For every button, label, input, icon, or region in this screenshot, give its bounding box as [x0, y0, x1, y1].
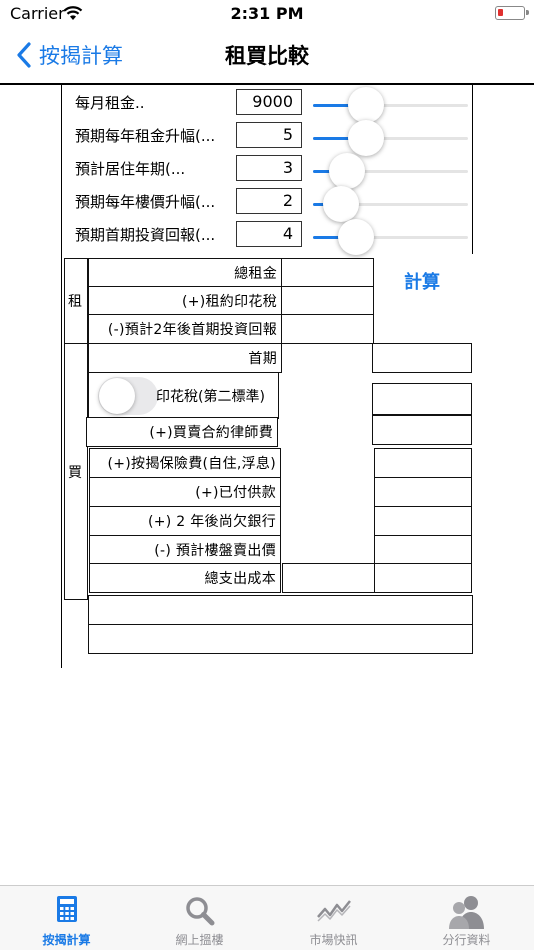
monthly-rent-field[interactable]: 9000	[236, 89, 302, 115]
price-growth-field[interactable]: 2	[236, 188, 302, 214]
rent-growth-field[interactable]: 5	[236, 122, 302, 148]
trend-chart-icon	[316, 900, 351, 922]
total-cost-buy-value	[374, 563, 472, 593]
investment-return-label: 預期首期投資回報(...	[75, 226, 216, 244]
rent-growth-slider[interactable]	[313, 137, 468, 140]
tab-label: 網上搵樓	[175, 933, 224, 947]
tab-mortgage-calc[interactable]: 按揭計算	[0, 886, 133, 950]
sale-price-value	[374, 535, 472, 565]
stay-years-field[interactable]: 3	[236, 155, 302, 181]
investment-return-slider[interactable]	[313, 236, 468, 239]
paid-installments-label: (+)已付供款	[89, 477, 281, 507]
frame-line-right	[472, 84, 473, 254]
down-payment-value	[372, 343, 472, 373]
tab-property-search[interactable]: 網上搵樓	[133, 886, 266, 950]
total-cost-label: 總支出成本	[89, 563, 281, 593]
stamp-duty-value	[372, 383, 472, 415]
tab-market-news[interactable]: 市場快訊	[267, 886, 400, 950]
lease-stamp-duty-label: (+)租約印花稅	[88, 286, 282, 316]
down-payment-label: 首期	[88, 343, 282, 373]
loan-balance-label: (+) 2 年後尚欠銀行	[89, 506, 281, 536]
tab-label: 市場快訊	[309, 933, 358, 947]
monthly-rent-label: 每月租金..	[75, 94, 145, 112]
calculator-icon	[56, 896, 77, 922]
monthly-rent-slider-thumb[interactable]	[347, 87, 384, 123]
tab-bar: 按揭計算 網上搵樓 市場快訊 分行資料	[0, 885, 534, 950]
legal-fee-value	[372, 415, 472, 445]
frame-line-left	[61, 84, 62, 668]
sale-price-label: (-) 預計樓盤賣出價	[89, 535, 281, 565]
nav-divider	[0, 83, 534, 85]
paid-installments-value	[374, 477, 472, 507]
lease-stamp-duty-value	[281, 286, 374, 316]
stamp-duty-toggle[interactable]	[98, 377, 158, 415]
down-payment-return-value	[281, 314, 374, 344]
result-row-2	[88, 624, 473, 654]
stay-years-label: 預計居住年期(...	[75, 160, 186, 178]
price-growth-slider-thumb[interactable]	[322, 186, 359, 222]
buy-side-label: 買	[68, 465, 82, 481]
stay-years-slider-thumb[interactable]	[329, 153, 366, 189]
tab-label: 按揭計算	[42, 933, 91, 947]
total-rent-label: 總租金	[88, 258, 282, 288]
magnifier-icon	[185, 897, 214, 926]
result-row-1	[88, 595, 473, 626]
rent-side-label: 租	[68, 294, 82, 310]
mortgage-insurance-label: (+)按揭保險費(自住,浮息)	[89, 448, 281, 478]
battery-icon	[495, 6, 529, 20]
loan-balance-value	[374, 506, 472, 536]
total-cost-rent-value	[282, 563, 375, 593]
rent-growth-label: 預期每年租金升幅(...	[75, 127, 216, 145]
monthly-rent-slider[interactable]	[313, 104, 468, 107]
page-title: 租買比較	[225, 44, 309, 68]
tab-label: 分行資料	[442, 933, 491, 947]
price-growth-label: 預期每年樓價升幅(...	[75, 193, 216, 211]
stamp-duty-label: 印花稅(第二標準)	[156, 389, 265, 405]
total-rent-value	[281, 258, 374, 288]
calculate-button[interactable]: 計算	[380, 268, 464, 294]
rent-section-side: 租	[64, 258, 88, 344]
buy-section-side: 買	[64, 343, 88, 600]
legal-fee-label: (+)買賣合約律師費	[86, 417, 278, 447]
investment-return-field[interactable]: 4	[236, 221, 302, 247]
investment-return-slider-thumb[interactable]	[338, 219, 375, 255]
people-icon	[448, 896, 484, 929]
status-time: 2:31 PM	[230, 4, 304, 23]
down-payment-return-label: (-)預計2年後首期投資回報	[88, 314, 282, 344]
mortgage-insurance-value	[374, 448, 472, 478]
tab-branch-info[interactable]: 分行資料	[400, 886, 533, 950]
rent-growth-slider-thumb[interactable]	[347, 120, 384, 156]
